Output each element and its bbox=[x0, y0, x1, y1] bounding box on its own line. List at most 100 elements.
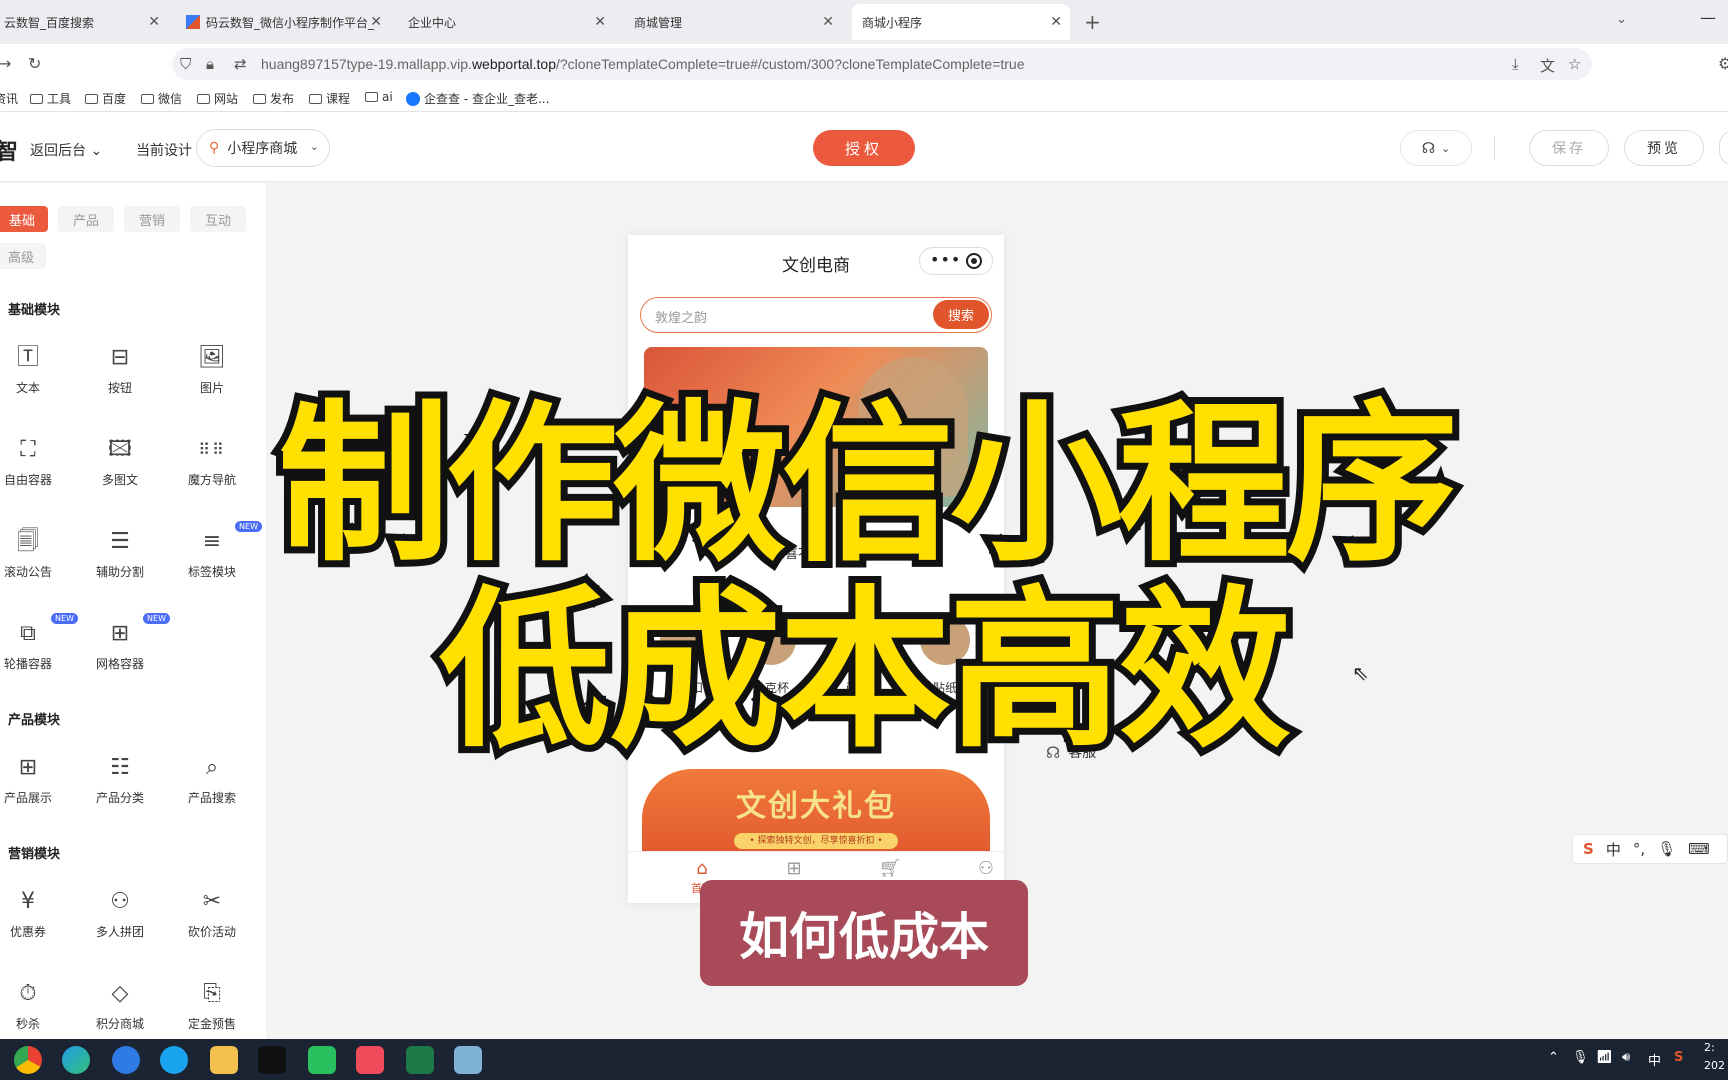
minimize-icon[interactable]: — bbox=[1700, 8, 1716, 27]
bookmark[interactable]: 企查查 - 查企业_查老... bbox=[406, 90, 549, 107]
link-icon: ⚲ bbox=[209, 140, 220, 156]
current-design-label: 当前设计 bbox=[136, 143, 192, 159]
bookmark-folder[interactable]: 网站 bbox=[197, 90, 238, 107]
notepad-icon[interactable] bbox=[454, 1046, 482, 1074]
close-icon[interactable]: ✕ bbox=[148, 14, 160, 30]
volume-icon[interactable]: 🔊︎ bbox=[1622, 1050, 1630, 1065]
back-to-admin-link[interactable]: 返回后台 ⌄ bbox=[30, 140, 102, 160]
url-text: huang897157type-19.mallapp.vip.webportal… bbox=[261, 56, 1025, 72]
bookmark-folder[interactable]: 课程 bbox=[309, 90, 350, 107]
overlay-caption: 如何低成本 bbox=[700, 880, 1028, 986]
browser-tab-active[interactable]: 商城小程序 ✕ bbox=[852, 4, 1070, 40]
authorize-button[interactable]: 授权 bbox=[813, 130, 915, 166]
chevron-up-icon[interactable]: ⌃ bbox=[1548, 1050, 1559, 1065]
browser-tab[interactable]: 码云数智_微信小程序制作平台_ ✕ bbox=[176, 4, 390, 40]
bookmark-folder[interactable]: 微信 bbox=[141, 90, 182, 107]
search-bar[interactable]: 敦煌之韵 搜索 bbox=[640, 297, 992, 333]
bookmark-folder[interactable]: 工具 bbox=[30, 90, 71, 107]
browser-alt-icon[interactable] bbox=[160, 1046, 188, 1074]
category-tab-interaction[interactable]: 互动 bbox=[190, 206, 246, 232]
extensions-icon[interactable]: ⚙ bbox=[1718, 54, 1728, 73]
browser-icon[interactable] bbox=[112, 1046, 140, 1074]
category-tab-product[interactable]: 产品 bbox=[58, 206, 114, 232]
wechat-icon[interactable] bbox=[308, 1046, 336, 1074]
ime-mode[interactable]: 中 bbox=[1606, 839, 1621, 860]
clock-date[interactable]: 202 bbox=[1704, 1059, 1725, 1072]
keyboard-icon[interactable]: ⌨ bbox=[1688, 840, 1710, 858]
folder-icon bbox=[197, 93, 210, 104]
editor-header: 智 返回后台 ⌄ 当前设计 ⚲ 小程序商城 ⌄ 授权 ☊ ⌄ 保存 预览 bbox=[0, 112, 1728, 182]
close-icon[interactable]: ✕ bbox=[1050, 14, 1062, 30]
home-icon: ⌂ bbox=[696, 858, 708, 879]
group-buy-icon: ⚇ bbox=[110, 889, 130, 914]
tab-user[interactable]: ⚇ bbox=[956, 858, 1004, 880]
category-tab-marketing[interactable]: 营销 bbox=[124, 206, 180, 232]
edge-icon[interactable] bbox=[62, 1046, 90, 1074]
support-dropdown[interactable]: ☊ ⌄ bbox=[1400, 130, 1472, 166]
reload-icon[interactable]: ↻ bbox=[28, 54, 41, 73]
design-select[interactable]: ⚲ 小程序商城 ⌄ bbox=[196, 129, 330, 167]
close-icon[interactable]: ✕ bbox=[370, 14, 382, 30]
sogou-icon[interactable]: S bbox=[1674, 1050, 1683, 1065]
app-icon[interactable] bbox=[356, 1046, 384, 1074]
tab-cart[interactable]: 🛒︎ bbox=[860, 858, 920, 880]
browser-tab[interactable]: 企业中心 ✕ bbox=[398, 4, 614, 40]
mini-program-capsule[interactable]: ••• bbox=[919, 247, 993, 275]
more-button[interactable] bbox=[1719, 130, 1728, 166]
close-icon[interactable]: ✕ bbox=[594, 14, 606, 30]
component-bargain[interactable]: ✂ 砍价活动 bbox=[172, 887, 252, 957]
overlay-title-line2: 低成本高效 bbox=[432, 563, 1298, 778]
cart-icon: 🛒︎ bbox=[878, 858, 902, 879]
close-record-icon[interactable] bbox=[966, 253, 982, 269]
tab-category[interactable]: ⊞ bbox=[764, 858, 824, 880]
category-icon: ⊞ bbox=[786, 858, 802, 879]
component-presale[interactable]: ⎘ 定金预售 bbox=[172, 979, 252, 1039]
tab-title: 企业中心 bbox=[408, 15, 457, 30]
lock-icon[interactable]: 🔒︎ bbox=[206, 55, 214, 73]
browser-tab[interactable]: 云数智_百度搜索 ✕ bbox=[0, 4, 168, 40]
bookmark-folder[interactable]: 发布 bbox=[253, 90, 294, 107]
search-button[interactable]: 搜索 bbox=[933, 300, 989, 329]
close-icon[interactable]: ✕ bbox=[822, 14, 834, 30]
new-tab-icon[interactable]: + bbox=[1084, 10, 1101, 34]
browser-nav-bar: → ↻ ⛉ 🔒︎ ⇄ huang897157type-19.mallapp.vi… bbox=[0, 44, 1728, 84]
excel-icon[interactable] bbox=[406, 1046, 434, 1074]
tab-title: 码云数智_微信小程序制作平台_ bbox=[206, 15, 375, 30]
file-explorer-icon[interactable] bbox=[210, 1046, 238, 1074]
translate-icon[interactable]: 文 bbox=[1540, 55, 1555, 76]
more-icon[interactable]: ••• bbox=[930, 250, 961, 269]
shield-icon[interactable]: ⛉ bbox=[180, 55, 191, 73]
bookmark-folder[interactable]: 百度 bbox=[85, 90, 126, 107]
address-bar[interactable]: ⛉ 🔒︎ ⇄ huang897157type-19.mallapp.vip.we… bbox=[172, 48, 1592, 80]
sogou-icon: S bbox=[1583, 840, 1594, 858]
section-title: 基础模块 bbox=[8, 303, 61, 318]
design-select-value: 小程序商城 bbox=[227, 141, 298, 157]
component-coupon[interactable]: ¥ 优惠券 bbox=[0, 887, 68, 957]
chrome-icon[interactable] bbox=[14, 1046, 42, 1074]
component-group-buy[interactable]: ⚇ 多人拼团 bbox=[80, 887, 160, 957]
microphone-icon[interactable]: 🎙︎ bbox=[1657, 840, 1676, 858]
save-button[interactable]: 保存 bbox=[1529, 130, 1609, 166]
category-tab-basic[interactable]: 基础 bbox=[0, 206, 48, 232]
input-language[interactable]: 中 bbox=[1648, 1050, 1661, 1069]
download-icon[interactable]: ⤓ bbox=[1512, 55, 1519, 73]
component-points-mall[interactable]: ◇ 积分商城 bbox=[80, 979, 160, 1039]
qichacha-icon bbox=[406, 91, 420, 106]
network-icon[interactable]: 📶︎ bbox=[1596, 1050, 1613, 1065]
preview-button[interactable]: 预览 bbox=[1624, 130, 1704, 166]
microphone-icon[interactable]: 🎙︎ bbox=[1572, 1050, 1589, 1065]
section-title: 营销模块 bbox=[8, 847, 61, 862]
forward-icon[interactable]: → bbox=[0, 54, 11, 73]
ime-toolbar[interactable]: S 中 °, 🎙︎ ⌨ bbox=[1572, 834, 1728, 864]
category-tab-advanced[interactable]: 高级 bbox=[0, 243, 46, 269]
chevron-down-icon[interactable]: ⌄ bbox=[1616, 12, 1627, 27]
star-icon[interactable]: ☆ bbox=[1568, 55, 1581, 73]
bookmark[interactable]: 资讯 bbox=[0, 90, 18, 107]
browser-tab[interactable]: 商城管理 ✕ bbox=[624, 4, 842, 40]
component-flash-sale[interactable]: ⏱ 秒杀 bbox=[0, 979, 68, 1039]
bookmark-folder[interactable]: ai bbox=[365, 90, 393, 104]
site-settings-icon[interactable]: ⇄ bbox=[234, 55, 247, 73]
qq-icon[interactable] bbox=[258, 1046, 286, 1074]
clock-time[interactable]: 2: bbox=[1704, 1041, 1715, 1054]
punctuation-icon[interactable]: °, bbox=[1633, 840, 1645, 858]
